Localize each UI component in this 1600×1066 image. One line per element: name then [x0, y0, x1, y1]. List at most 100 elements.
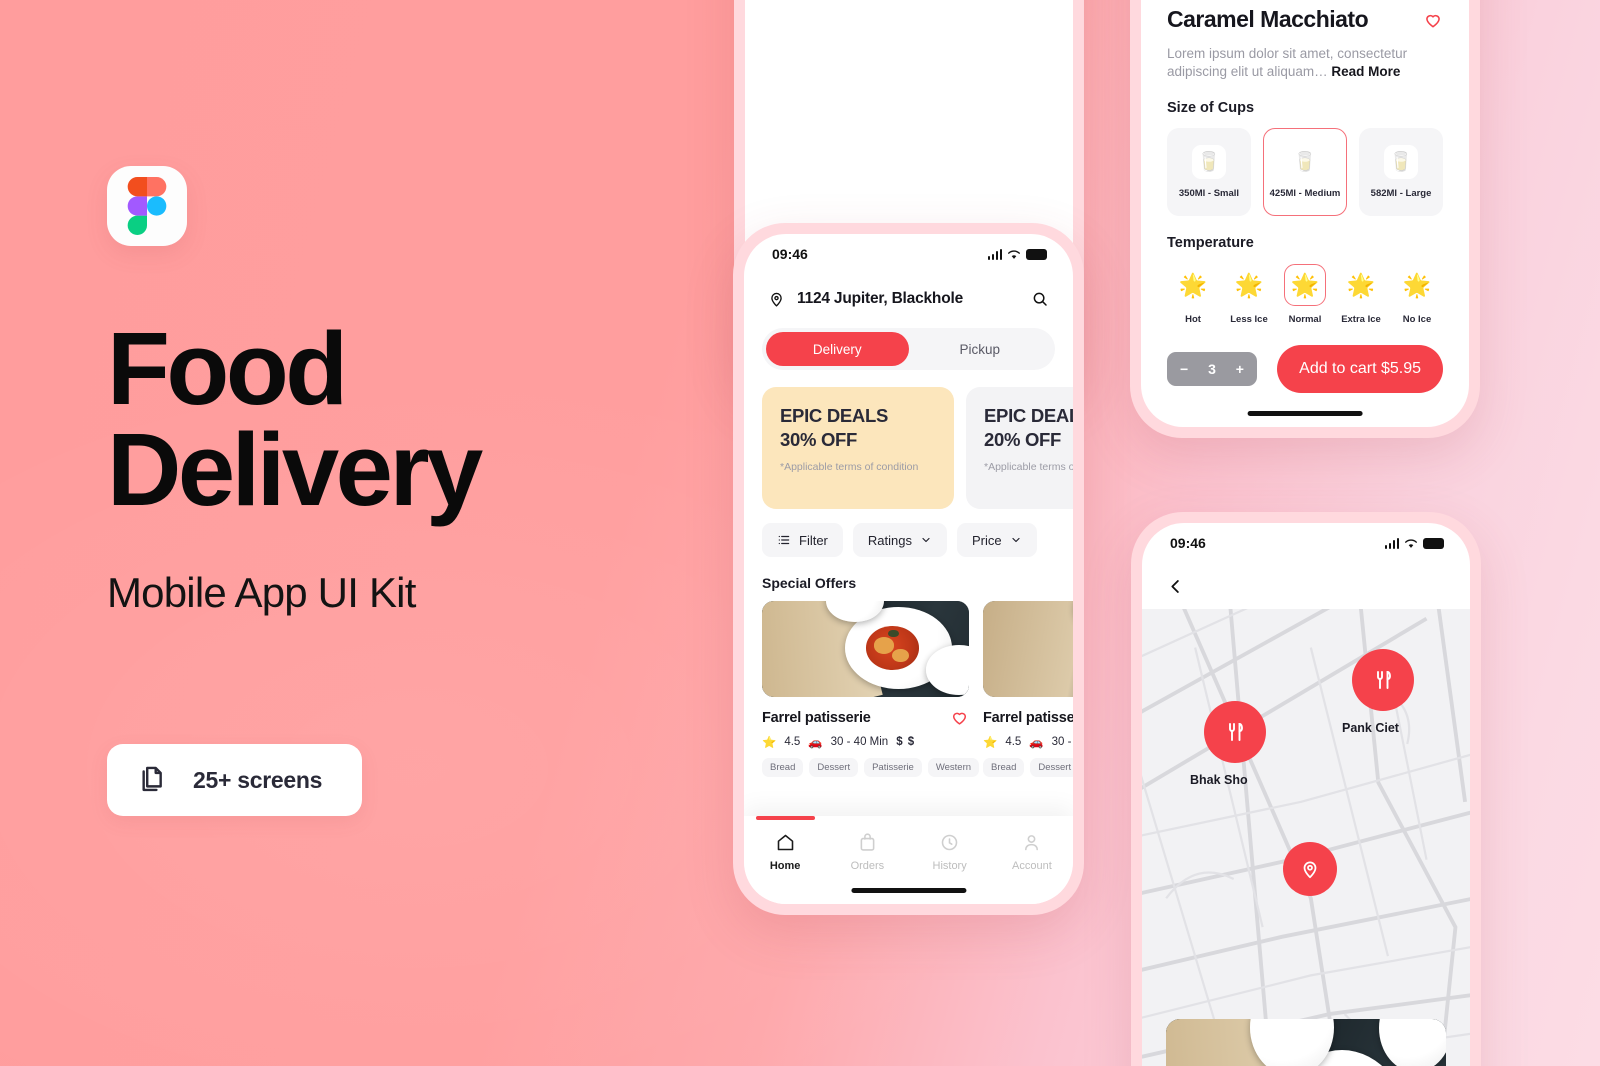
- segment-delivery[interactable]: Delivery: [766, 332, 909, 366]
- delivery-pickup-toggle[interactable]: Delivery Pickup: [762, 328, 1055, 370]
- size-of-cups-label: Size of Cups: [1167, 100, 1255, 116]
- star-icon: ⭐: [983, 737, 998, 749]
- star-glow-icon: 🌟: [1178, 271, 1208, 298]
- car-icon: 🚗: [1029, 737, 1044, 749]
- ratings-dropdown[interactable]: Ratings: [852, 523, 947, 557]
- phone-mockup-drink-detail: Caramel Macchiato Lorem ipsum dolor sit …: [1130, 0, 1480, 438]
- deal-card[interactable]: EPIC DEALS 20% OFF *Applicable terms of c…: [966, 387, 1073, 509]
- restaurant-list[interactable]: Farrel patisserie ⭐ 4.5 🚗 30 - 40 Min $ …: [762, 601, 1073, 777]
- cup-size-option-selected[interactable]: 🥛 425Ml - Medium: [1262, 128, 1348, 216]
- drink-detail-screen: Caramel Macchiato Lorem ipsum dolor sit …: [1141, 0, 1469, 427]
- fork-knife-icon: [1377, 671, 1391, 689]
- restaurant-card[interactable]: Farrel patisserie ⭐ 4.5 🚗 30 - 40 Min $ …: [762, 601, 980, 777]
- tab-account[interactable]: Account: [991, 832, 1073, 872]
- cellular-bars-icon: [987, 248, 1002, 260]
- restaurant-tags: Bread Dessert Patisserie Western: [983, 758, 1073, 777]
- chevron-down-icon: [922, 537, 930, 543]
- filter-button[interactable]: Filter: [762, 523, 843, 557]
- restaurant-preview-card[interactable]: [1166, 1019, 1446, 1066]
- cup-size-label: 425Ml - Medium: [1269, 188, 1341, 199]
- person-icon: [1025, 835, 1039, 851]
- restaurant-rating: 4.5: [1005, 736, 1022, 748]
- deal-title-line1: EPIC DEALS: [780, 405, 889, 426]
- filter-row[interactable]: Filter Ratings Price: [762, 523, 1073, 557]
- restaurant-meta: ⭐ 4.5 🚗 30 - 40 Min $ $: [983, 735, 1073, 749]
- chevron-left-icon[interactable]: [1166, 577, 1185, 596]
- temperature-options[interactable]: 🌟 Hot 🌟 Less Ice 🌟 Normal 🌟 Extra Ice 🌟 …: [1167, 264, 1443, 325]
- temperature-option[interactable]: 🌟 No Ice: [1391, 264, 1443, 326]
- drink-title: Caramel Macchiato: [1167, 5, 1369, 32]
- tag: Bread: [762, 758, 804, 777]
- quantity-increment-button[interactable]: +: [1236, 361, 1244, 377]
- figma-logo-icon: [127, 177, 167, 235]
- copy-pages-icon: [142, 766, 162, 792]
- temperature-option-label: Extra Ice: [1341, 314, 1381, 325]
- cup-size-option[interactable]: 🥛 350Ml - Small: [1167, 128, 1251, 216]
- read-more-link[interactable]: Read More: [1331, 64, 1400, 79]
- cup-icon: 🥛: [1191, 145, 1226, 179]
- quantity-decrement-button[interactable]: −: [1180, 361, 1188, 377]
- tab-home[interactable]: Home: [744, 816, 826, 872]
- quantity-stepper[interactable]: − 3 +: [1167, 352, 1257, 386]
- restaurant-card[interactable]: Farrel patisserie ⭐ 4.5 🚗 30 - 40 Min $ …: [983, 601, 1073, 777]
- cup-size-option[interactable]: 🥛 582Ml - Large: [1359, 128, 1444, 216]
- temperature-option-selected[interactable]: 🌟 Normal: [1279, 264, 1331, 325]
- location-pin-icon: [1303, 861, 1317, 879]
- map-pin-restaurant[interactable]: [1352, 649, 1414, 711]
- temperature-option-label: No Ice: [1402, 314, 1432, 325]
- map-view[interactable]: Bhak Sho Pank Ciet: [1142, 609, 1470, 1066]
- screens-count-label: 25+ screens: [193, 766, 323, 793]
- map-pin-restaurant[interactable]: [1204, 701, 1266, 763]
- home-indicator: [1247, 411, 1363, 416]
- address-bar[interactable]: 1124 Jupiter, Blackhole: [744, 274, 1073, 308]
- deal-title-line2: 30% OFF: [780, 429, 858, 451]
- tag: Dessert: [809, 758, 859, 777]
- temperature-option[interactable]: 🌟 Less Ice: [1223, 264, 1275, 326]
- status-time: 09:46: [1170, 535, 1206, 551]
- cellular-bars-icon: [1384, 537, 1399, 549]
- map-roads: [1142, 609, 1470, 1066]
- deals-carousel[interactable]: EPIC DEALS 30% OFF *Applicable terms of c…: [762, 387, 1073, 509]
- search-icon[interactable]: [1031, 290, 1049, 308]
- temperature-option[interactable]: 🌟 Hot: [1167, 264, 1219, 326]
- title-line-2: Delivery: [107, 411, 483, 527]
- deal-card[interactable]: EPIC DEALS 30% OFF *Applicable terms of c…: [762, 387, 954, 509]
- hero-section: Food Delivery Mobile App UI Kit: [107, 166, 707, 617]
- heart-outline-icon[interactable]: [1423, 10, 1443, 30]
- location-pin-icon: [771, 292, 782, 307]
- star-glow-icon: 🌟: [1402, 271, 1432, 298]
- price-dropdown[interactable]: Price: [956, 523, 1037, 557]
- tab-history[interactable]: History: [909, 832, 991, 872]
- battery-icon: [1423, 537, 1444, 549]
- tab-orders-label: Orders: [850, 860, 885, 872]
- cup-icon: 🥛: [1384, 145, 1419, 179]
- restaurant-meta: ⭐ 4.5 🚗 30 - 40 Min $ $: [762, 735, 969, 749]
- screens-count-badge[interactable]: 25+ screens: [107, 744, 362, 816]
- wifi-icon: [1405, 538, 1417, 548]
- drink-description: Lorem ipsum dolor sit amet, consectetur …: [1167, 45, 1443, 81]
- temperature-option[interactable]: 🌟 Extra Ice: [1335, 264, 1387, 326]
- navigation-bar: [1142, 563, 1470, 609]
- cup-size-options[interactable]: 🥛 350Ml - Small 🥛 425Ml - Medium 🥛 582Ml…: [1167, 128, 1444, 216]
- heart-outline-icon[interactable]: [950, 708, 969, 727]
- status-time: 09:46: [772, 246, 808, 262]
- tab-orders[interactable]: Orders: [826, 832, 908, 872]
- address-label: 1124 Jupiter, Blackhole: [797, 290, 963, 307]
- chevron-down-icon: [1011, 537, 1020, 543]
- wifi-icon: [1008, 249, 1020, 259]
- deal-terms: *Applicable terms of condition: [984, 461, 1073, 474]
- home-indicator: [850, 888, 967, 893]
- page-subtitle: Mobile App UI Kit: [107, 568, 416, 616]
- section-title: Special Offers: [762, 575, 857, 591]
- add-to-cart-button[interactable]: Add to cart $5.95: [1277, 345, 1443, 393]
- segment-pickup[interactable]: Pickup: [909, 332, 1052, 366]
- temperature-option-label: Normal: [1288, 314, 1322, 325]
- battery-icon: [1026, 248, 1047, 260]
- figma-logo-badge: [107, 166, 187, 246]
- deal-title-line2: 20% OFF: [984, 429, 1062, 451]
- restaurant-tags: Bread Dessert Patisserie Western: [762, 758, 980, 777]
- map-pin-label: Bhak Sho: [1190, 773, 1248, 787]
- map-pin-current-location[interactable]: [1283, 842, 1337, 896]
- car-icon: 🚗: [808, 737, 823, 749]
- food-image: [762, 601, 969, 697]
